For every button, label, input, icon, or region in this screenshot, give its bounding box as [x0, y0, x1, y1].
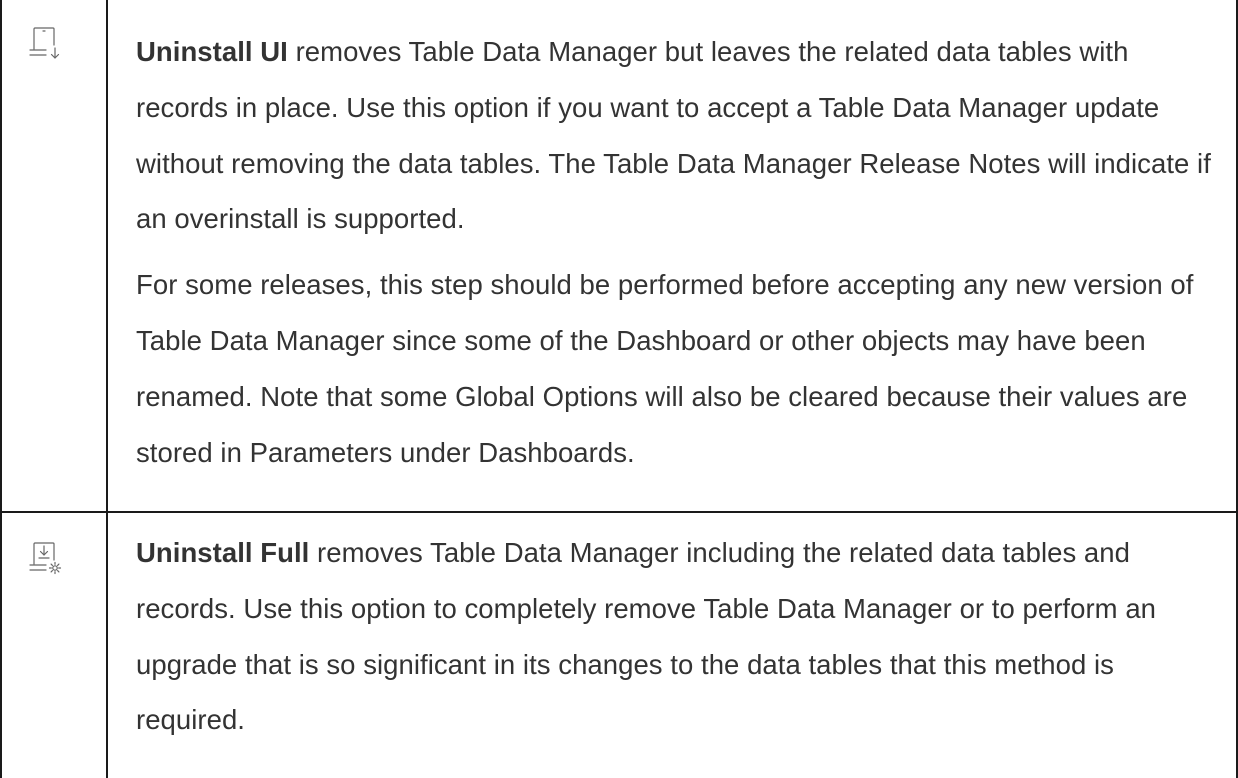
icon-cell [2, 513, 108, 778]
description-cell: Uninstall UI removes Table Data Manager … [136, 24, 1216, 480]
description-cell: Uninstall Full removes Table Data Manage… [136, 525, 1216, 748]
uninstall-full-description: Uninstall Full removes Table Data Manage… [136, 525, 1216, 748]
term-uninstall-full: Uninstall Full [136, 537, 310, 568]
description-text: removes Table Data Manager but leaves th… [136, 36, 1211, 235]
icon-cell [2, 0, 108, 511]
description-text: For some releases, this step should be p… [136, 269, 1194, 468]
table-row: Uninstall Full removes Table Data Manage… [0, 513, 1238, 778]
uninstall-ui-icon [29, 27, 60, 59]
term-uninstall-ui: Uninstall UI [136, 36, 288, 67]
table-row: Uninstall UI removes Table Data Manager … [0, 0, 1238, 511]
options-table: Uninstall UI removes Table Data Manager … [0, 0, 1238, 778]
uninstall-full-icon [29, 542, 62, 575]
release-note-paragraph: For some releases, this step should be p… [136, 257, 1216, 480]
uninstall-ui-description: Uninstall UI removes Table Data Manager … [136, 24, 1216, 247]
